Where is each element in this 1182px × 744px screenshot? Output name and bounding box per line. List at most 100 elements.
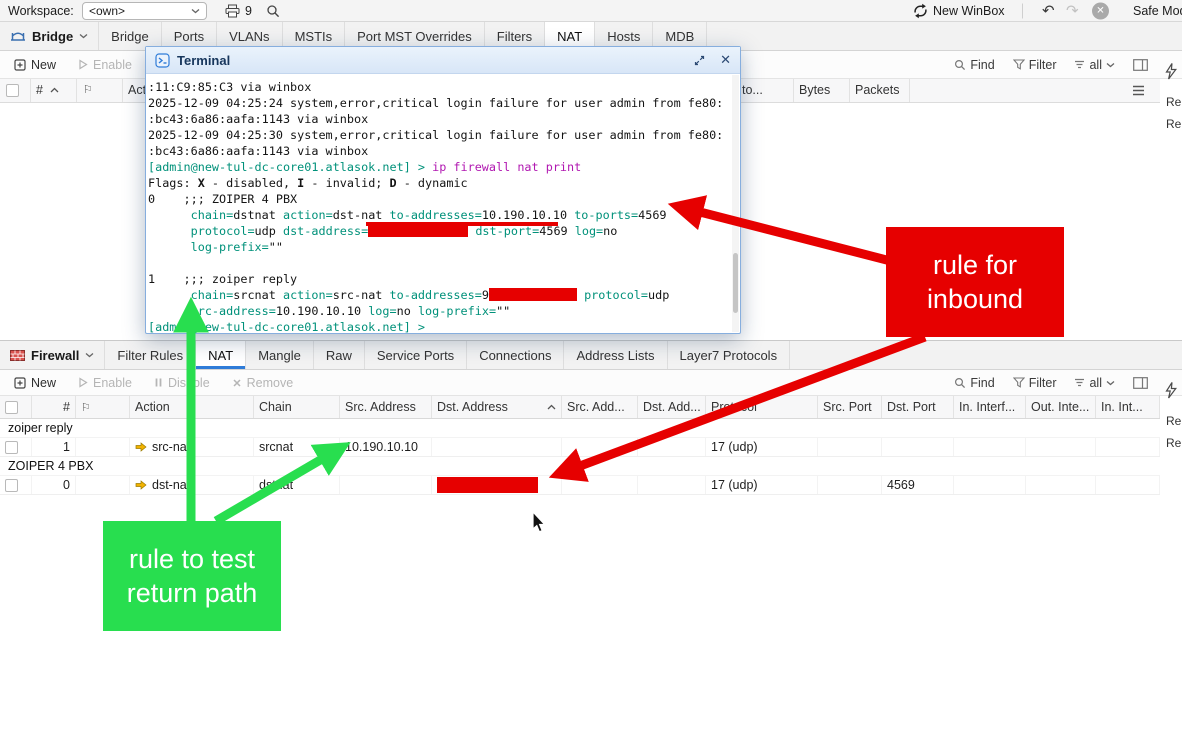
terminal-output[interactable]: :11:C9:85:C3 via winbox2025-12-09 04:25:… [146,74,740,333]
firewall-filter-button[interactable]: Filter [1013,376,1057,390]
select-all-checkbox[interactable] [5,401,18,414]
column-header-in-interface[interactable]: In. Interf... [954,396,1026,418]
terminal-titlebar[interactable]: Terminal ✕ [146,47,740,74]
filter-label: Filter [1029,376,1057,390]
close-icon[interactable]: ✕ [720,52,731,68]
column-separator [909,79,910,102]
bridge-column-header-packets[interactable]: Packets [855,83,899,97]
filter-all-label: all [1089,58,1102,72]
terminal-line: chain=dstnat action=dst-nat to-addresses… [148,207,734,223]
column-header-dst-port[interactable]: Dst. Port [882,396,954,418]
columns-icon[interactable] [1133,377,1148,389]
bridge-find-button[interactable]: Find [954,58,994,72]
firewall-window-title: Firewall [31,348,79,363]
row-checkbox[interactable] [5,479,18,492]
cell-src-port [818,438,882,456]
firewall-tab-connections[interactable]: Connections [467,341,564,369]
firewall-remove-button[interactable]: Remove [232,376,294,390]
bridge-filter-button[interactable]: Filter [1013,58,1057,72]
column-header-chain[interactable]: Chain [254,396,340,418]
lightning-icon[interactable] [1165,382,1177,404]
cell-protocol: 17 (udp) [706,476,818,494]
cell-src-address-list [562,476,638,494]
bridge-column-header-bytes[interactable]: Bytes [799,83,830,97]
scrollbar-thumb[interactable] [733,253,738,313]
firewall-filter-all-dropdown[interactable]: all [1074,376,1115,390]
column-header-sel[interactable] [0,396,32,418]
bridge-reset-button[interactable]: Re [1166,117,1181,131]
lightning-icon[interactable] [1165,63,1177,85]
terminal-line [148,255,734,271]
cell-out-interface [1026,476,1096,494]
terminal-line: 2025-12-09 04:25:24 system,error,critica… [148,95,734,111]
sort-asc-icon[interactable] [50,87,59,93]
cell-sel [0,438,32,456]
chevron-down-icon [1106,62,1115,68]
bridge-title-area[interactable]: Bridge [0,22,98,50]
firewall-tab-raw[interactable]: Raw [314,341,365,369]
chevron-down-icon[interactable] [85,352,94,358]
new-winbox-icon[interactable] [912,3,929,19]
firewall-disable-button[interactable]: Disable [154,376,210,390]
firewall-rule-row[interactable]: 0dst-natdstnat17 (udp)4569 [0,476,1160,495]
column-separator [849,79,850,102]
restore-icon[interactable] [694,55,705,66]
bridge-column-header-to[interactable]: to... [742,83,763,97]
bridge-enable-button[interactable]: Enable [78,58,132,72]
menu-icon[interactable] [1132,85,1145,96]
firewall-tab-layer7-protocols[interactable]: Layer7 Protocols [668,341,791,369]
filter-list-icon [1074,60,1085,69]
new-winbox-label[interactable]: New WinBox [933,4,1005,18]
bridge-icon [10,29,26,43]
row-checkbox[interactable] [5,441,18,454]
column-header-out-interface[interactable]: Out. Inte... [1026,396,1096,418]
firewall-tab-service-ports[interactable]: Service Ports [365,341,467,369]
printer-icon[interactable] [225,4,240,18]
safe-mode-label[interactable]: Safe Mode [1133,4,1182,18]
column-header-src-address-list[interactable]: Src. Add... [562,396,638,418]
bridge-new-button[interactable]: New [14,58,56,72]
column-header-src-address[interactable]: Src. Address [340,396,432,418]
firewall-new-button[interactable]: New [14,376,56,390]
disconnect-icon[interactable]: ✕ [1092,2,1109,19]
firewall-tab-mangle[interactable]: Mangle [246,341,314,369]
select-all-checkbox[interactable] [6,84,19,97]
chevron-down-icon[interactable] [79,33,88,39]
firewall-tab-nat[interactable]: NAT [196,341,246,369]
undo-icon[interactable]: ↶ [1042,3,1055,18]
firewall-title-area[interactable]: Firewall [0,341,104,369]
cell-src-port [818,476,882,494]
firewall-find-button[interactable]: Find [954,376,994,390]
column-header-num[interactable]: # [32,396,76,418]
cell-num: 1 [32,438,76,456]
column-header-dst-address-list[interactable]: Dst. Add... [638,396,706,418]
search-icon[interactable] [266,4,280,18]
redo-icon[interactable]: ↷ [1066,3,1079,18]
column-header-in-interface-list[interactable]: In. Int... [1096,396,1160,418]
topbar-divider [1022,3,1023,18]
firewall-rule-row[interactable]: 1src-natsrcnat10.190.10.1017 (udp) [0,438,1160,457]
find-icon [954,59,966,71]
cell-chain: srcnat [254,438,340,456]
firewall-tab-filter-rules[interactable]: Filter Rules [104,341,196,369]
column-header-dst-address[interactable]: Dst. Address [432,396,562,418]
columns-icon[interactable] [1133,59,1148,71]
sort-asc-icon [547,404,556,410]
terminal-line: [admin@new-tul-dc-core01.atlasok.net] > [148,319,734,333]
firewall-reset-button[interactable]: Re [1166,414,1181,428]
firewall-tab-address-lists[interactable]: Address Lists [564,341,667,369]
column-header-protocol[interactable]: Protocol [706,396,818,418]
bridge-reset-button[interactable]: Re [1166,95,1181,109]
annotation-rule-return-path: rule to test return path [103,521,281,631]
column-header-flags[interactable]: ⚐ [76,396,130,418]
firewall-enable-button[interactable]: Enable [78,376,132,390]
bridge-column-header-num[interactable]: # [36,83,43,97]
filter-list-icon [1074,378,1085,387]
terminal-scrollbar[interactable] [732,75,739,332]
bridge-filter-all-dropdown[interactable]: all [1074,58,1115,72]
firewall-reset-button[interactable]: Re [1166,436,1181,450]
column-header-src-port[interactable]: Src. Port [818,396,882,418]
flag-icon: ⚐ [81,401,91,414]
column-header-action[interactable]: Action [130,396,254,418]
workspace-select[interactable]: <own> [82,2,207,20]
